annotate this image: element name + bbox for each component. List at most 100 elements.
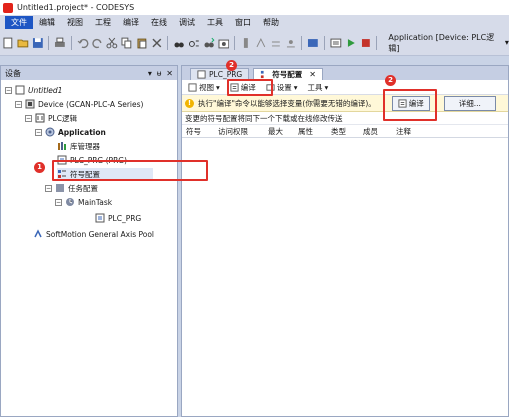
project-icon (15, 85, 25, 95)
tree-node-task-config[interactable]: − 任务配置 (45, 182, 98, 194)
close-tab-icon[interactable]: ✕ (309, 70, 316, 79)
library-icon (58, 142, 66, 150)
tree-label-plc-logic: PLC逻辑 (48, 113, 77, 123)
details-button[interactable]: 详细... (443, 95, 496, 111)
step-over-icon[interactable] (270, 37, 282, 49)
tree-node-plc-logic[interactable]: − PLC逻辑 (25, 112, 77, 124)
devices-panel: 设备 ▾ ᵾ ✕ − Untitled1 − Device (GCAN-PLC-… (0, 65, 178, 417)
tree-label-main-task: MainTask (78, 197, 113, 207)
task-icon (66, 198, 74, 206)
column-members[interactable]: 成员 (359, 126, 392, 137)
copy-icon[interactable] (121, 37, 133, 49)
symbol-table-header: 符号 访问权限 最大 属性 类型 成员 注释 (182, 125, 508, 138)
paste-icon[interactable] (136, 37, 148, 49)
plc-logic-icon (35, 113, 45, 123)
application-icon (45, 127, 55, 137)
tab-label-symbol-config: 符号配置 (272, 70, 303, 79)
menu-project[interactable]: 工程 (89, 16, 117, 29)
program-call-icon (95, 213, 105, 223)
tree-label-device: Device (GCAN-PLC-A Series) (38, 99, 144, 109)
task-config-icon (56, 184, 64, 192)
collapse-icon[interactable]: − (25, 114, 32, 122)
bookmark-icon[interactable] (240, 37, 252, 49)
step-icon[interactable] (255, 37, 267, 49)
download-note: 变更的符号配置将同下一个下载或在线修改传送 (182, 112, 508, 125)
settings-label: 设置 (276, 82, 292, 92)
redo-icon[interactable] (92, 37, 104, 49)
codesys-logo-icon (3, 2, 13, 13)
column-type[interactable]: 类型 (327, 126, 359, 137)
tree-label-task-plc-prg: PLC_PRG (108, 213, 142, 223)
pin-icon[interactable]: ᵾ (157, 69, 161, 78)
device-icon (25, 99, 35, 109)
column-max[interactable]: 最大 (264, 126, 294, 137)
callout-box-compile-button (383, 89, 437, 121)
tree-label-library-manager: 库管理器 (70, 141, 100, 151)
collapse-icon[interactable]: − (35, 128, 42, 136)
menu-online[interactable]: 在线 (145, 16, 173, 29)
tree-node-library-manager[interactable]: 库管理器 (57, 140, 100, 152)
collapse-icon[interactable]: − (55, 198, 62, 206)
menu-view[interactable]: 视图 (61, 16, 89, 29)
collapse-icon[interactable]: − (15, 100, 22, 108)
build-icon[interactable] (330, 37, 342, 49)
main-toolbar: Application [Device: PLC逻辑] ▾ (0, 30, 509, 56)
undo-icon[interactable] (77, 37, 89, 49)
collapse-icon[interactable]: − (5, 86, 12, 94)
save-icon[interactable] (32, 37, 44, 49)
new-file-icon[interactable] (2, 37, 14, 49)
column-symbol[interactable]: 符号 (182, 126, 214, 137)
axis-pool-icon (34, 229, 42, 238)
find-next-icon[interactable] (203, 37, 215, 49)
toolbar-divider (48, 35, 50, 50)
login-icon[interactable] (307, 37, 319, 49)
column-attribute[interactable]: 属性 (294, 126, 327, 137)
tree-node-main-task[interactable]: − MainTask (55, 196, 112, 208)
devices-panel-header: 设备 ▾ ᵾ ✕ (1, 66, 177, 80)
active-application-selector[interactable]: Application [Device: PLC逻辑] ▾ (388, 32, 508, 54)
menu-help[interactable]: 帮助 (257, 16, 285, 29)
close-icon[interactable]: ✕ (166, 69, 173, 78)
callout-box-compile-toolbar (227, 79, 273, 96)
find-in-project-icon[interactable] (218, 37, 230, 49)
view-button[interactable]: 视图 ▾ (185, 82, 223, 93)
menu-tools[interactable]: 工具 (201, 16, 229, 29)
menu-file[interactable]: 文件 (5, 16, 33, 29)
menu-build[interactable]: 编译 (117, 16, 145, 29)
step-badge-1: 1 (34, 162, 45, 173)
print-icon[interactable] (54, 37, 66, 49)
run-icon[interactable] (345, 37, 357, 49)
column-comment[interactable]: 注释 (392, 126, 432, 137)
toolbar-divider (234, 35, 236, 50)
breakpoint-icon[interactable] (285, 37, 297, 49)
view-label: 视图 (199, 82, 214, 92)
tree-node-device[interactable]: − Device (GCAN-PLC-A Series) (15, 98, 143, 110)
menu-debug[interactable]: 调试 (173, 16, 201, 29)
menu-edit[interactable]: 编辑 (33, 16, 61, 29)
view-icon (188, 82, 197, 92)
open-folder-icon[interactable] (17, 37, 29, 49)
panel-menu-icon[interactable]: ▾ (148, 69, 152, 78)
tools-button[interactable]: 工具 ▾ (305, 82, 332, 93)
cut-icon[interactable] (106, 37, 118, 49)
delete-icon[interactable] (151, 37, 163, 49)
tree-node-task-plc-prg[interactable]: PLC_PRG (95, 212, 141, 224)
title-bar: Untitled1.project* - CODESYS (0, 0, 509, 15)
replace-icon[interactable] (188, 37, 200, 49)
stop-icon[interactable] (360, 37, 372, 49)
tools-label: 工具 (307, 82, 323, 92)
menu-window[interactable]: 窗口 (229, 16, 257, 29)
step-badge-2-compile: 2 (385, 75, 396, 86)
find-icon[interactable] (173, 37, 185, 49)
tree-node-application[interactable]: − Application (35, 126, 106, 138)
toolbar-divider (301, 35, 303, 50)
chevron-down-icon: ▾ (216, 82, 220, 92)
collapse-icon[interactable]: − (45, 184, 52, 192)
tree-node-softmotion[interactable]: SoftMotion General Axis Pool (33, 228, 154, 240)
step-badge-2-tab: 2 (226, 60, 237, 71)
column-access[interactable]: 访问权限 (214, 126, 264, 137)
tree-node-project[interactable]: − Untitled1 (5, 84, 62, 96)
tree-label-task-config: 任务配置 (68, 183, 98, 193)
symbol-config-icon (261, 70, 264, 79)
toolbar-divider (376, 35, 378, 50)
